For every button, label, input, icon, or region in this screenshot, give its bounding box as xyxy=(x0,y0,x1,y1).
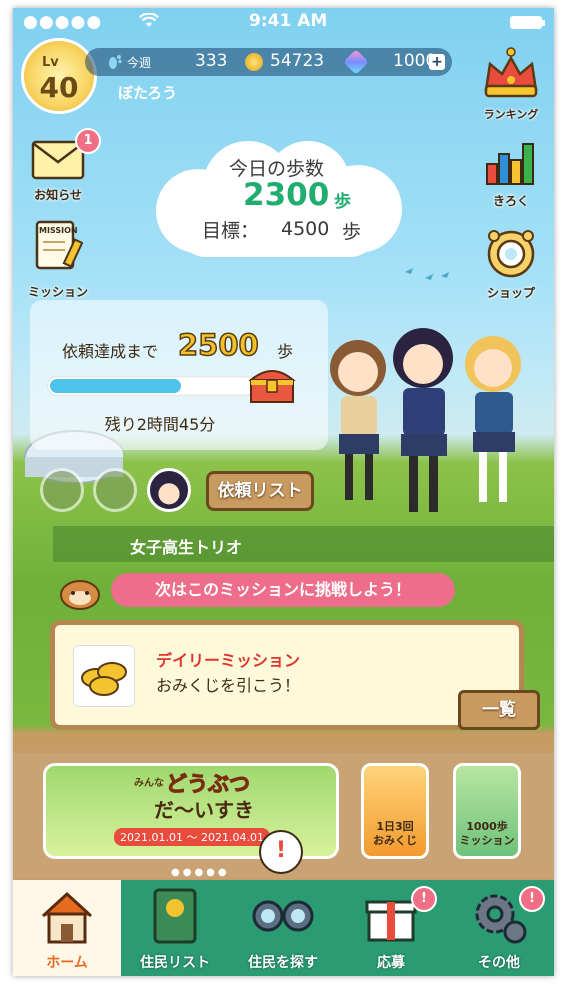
schoolgirl-trio-illustration xyxy=(330,328,521,512)
goal-label: 目標： xyxy=(202,220,260,242)
mascot-icon xyxy=(60,580,100,610)
house-icon xyxy=(41,891,93,944)
team-name-band: 女子高生トリオ xyxy=(53,526,554,562)
battery-icon xyxy=(510,16,545,29)
tab-apply[interactable]: ! 応募 xyxy=(337,880,445,976)
omikuji-banner-line2: おみくじ xyxy=(373,834,417,847)
level-badge[interactable]: Lv 40 xyxy=(21,38,97,114)
add-gems-button[interactable]: + xyxy=(429,54,445,70)
team-member-avatar-2[interactable] xyxy=(93,468,137,512)
ranking-button[interactable]: ランキング xyxy=(476,46,546,126)
steps-mission-banner-line2: ミッション xyxy=(459,834,515,847)
steps-mission-banner[interactable]: 1000歩 ミッション xyxy=(453,763,521,859)
request-steps-left: 2500 xyxy=(177,327,259,363)
crown-icon xyxy=(484,47,538,98)
player-name: ぼたろう xyxy=(118,84,178,102)
shop-label: ショップ xyxy=(486,286,535,300)
mission-button[interactable]: MISSION ミッション xyxy=(23,218,93,299)
level-value: 40 xyxy=(39,71,79,104)
request-panel: 依頼達成まで 2500 歩 残り2時間45分 xyxy=(30,300,328,450)
request-until-label: 依頼達成まで xyxy=(62,342,159,361)
signal-dots: ●●●●● xyxy=(23,12,103,32)
team-name: 女子高生トリオ xyxy=(130,538,243,557)
today-steps-unit: 歩 xyxy=(334,192,351,212)
today-steps: 2300 xyxy=(243,177,330,213)
banner-title-2: だ～いすき xyxy=(154,798,254,822)
tab-search[interactable]: 住民を探す xyxy=(229,880,337,976)
birds-decoration xyxy=(405,268,449,280)
daily-mission-title: デイリーミッション xyxy=(156,651,301,670)
tab-others-badge: ! xyxy=(519,886,545,912)
coin-count: 54723 xyxy=(270,51,325,71)
news-label: お知らせ xyxy=(34,188,82,202)
player-stats-bar: 今週 333 54723 1000 + xyxy=(85,48,452,76)
request-progress-fill xyxy=(50,379,181,393)
tab-search-label: 住民を探す xyxy=(248,955,318,971)
daily-mission-card[interactable]: デイリーミッション おみくじを引こう！ xyxy=(50,620,524,730)
goal-steps: 4500 xyxy=(281,218,330,240)
records-label: きろく xyxy=(492,194,529,208)
request-progress-bar xyxy=(47,376,255,396)
binoculars-icon xyxy=(252,900,314,932)
footprint-icon xyxy=(109,55,122,69)
tab-apply-label: 応募 xyxy=(377,955,405,971)
tab-others[interactable]: ! その他 xyxy=(445,880,553,976)
tab-residents[interactable]: 住民リスト xyxy=(121,880,229,976)
banner-pager-dots[interactable]: ●●●●● xyxy=(171,867,230,878)
shop-icon xyxy=(487,230,535,278)
tab-home-label: ホーム xyxy=(46,955,88,971)
tab-apply-badge: ! xyxy=(411,886,437,912)
status-bar: ●●●●● 9:41 AM xyxy=(13,8,554,36)
news-button[interactable]: 1 お知らせ xyxy=(23,128,101,208)
coin-icon xyxy=(245,53,263,71)
clock: 9:41 AM xyxy=(249,11,328,31)
mission-label: ミッション xyxy=(27,285,88,299)
omikuji-banner[interactable]: 1日3回 おみくじ xyxy=(361,763,429,859)
gem-icon xyxy=(343,49,369,75)
banner-dates: 2021.01.01 ～ 2021.04.01 xyxy=(114,828,270,846)
request-list-button[interactable]: 依頼リスト xyxy=(206,471,314,511)
app-screen: ●●●●● 9:41 AM Lv 40 今週 333 54723 1000 + … xyxy=(13,8,554,976)
tab-others-label: その他 xyxy=(478,955,520,971)
wifi-icon xyxy=(139,13,159,27)
request-steps-unit: 歩 xyxy=(277,342,294,361)
omikuji-icon xyxy=(73,645,135,707)
team-member-avatar-1[interactable] xyxy=(40,468,84,512)
weekly-label: 今週 xyxy=(127,56,152,70)
tab-home[interactable]: ホーム xyxy=(13,880,121,976)
team-member-avatar-3[interactable] xyxy=(147,468,191,512)
resident-book-icon xyxy=(153,888,197,944)
news-badge: 1 xyxy=(75,128,101,154)
level-label: Lv xyxy=(42,55,59,70)
weekly-steps: 333 xyxy=(195,51,228,71)
records-button[interactable]: きろく xyxy=(476,136,546,216)
mission-list-button[interactable]: 一覧 xyxy=(458,690,540,730)
daily-mission-text: おみくじを引こう！ xyxy=(156,676,301,695)
alert-bubble-icon[interactable]: ! xyxy=(259,830,303,874)
treasure-chest-icon xyxy=(248,370,296,403)
bottom-tab-bar: ホーム 住民リスト 住民を探す ! 応募 ! その他 xyxy=(13,880,554,976)
mission-card-text: MISSION xyxy=(39,226,78,235)
banner-small-text: みんな xyxy=(134,778,164,789)
shop-button[interactable]: ショップ xyxy=(476,224,546,304)
bar-graph-icon xyxy=(486,143,534,185)
today-steps-cloud: 今日の歩数 2300 歩 目標： 4500 歩 xyxy=(138,141,415,261)
ranking-label: ランキング xyxy=(483,108,539,121)
request-remaining-time: 残り2時間45分 xyxy=(104,415,216,434)
tab-residents-label: 住民リスト xyxy=(140,955,210,971)
goal-unit: 歩 xyxy=(342,221,362,243)
next-mission-prompt: 次はこのミッションに挑戦しよう！ xyxy=(111,573,455,607)
